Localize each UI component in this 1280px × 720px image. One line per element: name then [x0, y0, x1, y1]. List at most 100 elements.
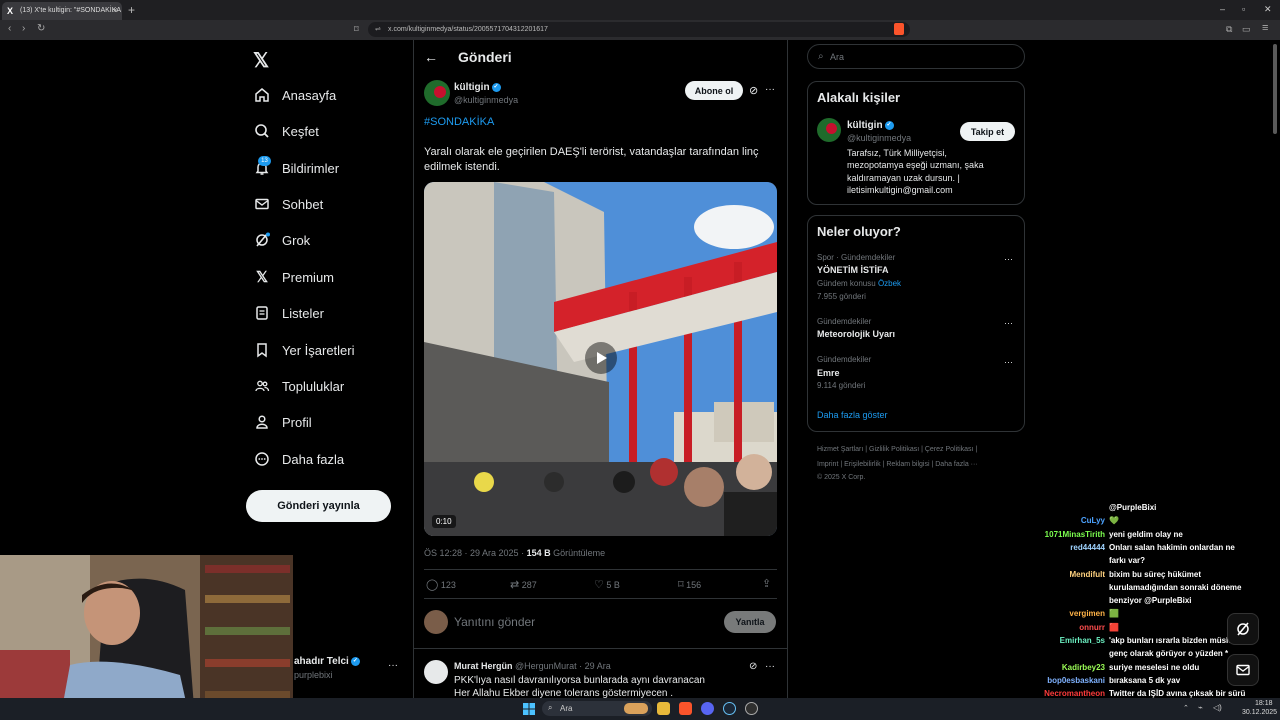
post-meta: ÖS 12:28 · 29 Ara 2025 · 154 B Görüntüle…: [424, 548, 606, 558]
sidebar-item-lists[interactable]: Listeler: [252, 300, 324, 326]
share-icon[interactable]: ⇪: [762, 577, 771, 590]
back-icon[interactable]: ‹: [8, 23, 11, 34]
brave-browser-icon[interactable]: [679, 702, 692, 715]
brave-shield-icon[interactable]: [894, 23, 904, 35]
trend-name[interactable]: YÖNETİM İSTİFA: [817, 265, 889, 275]
more-options-icon[interactable]: ···: [1004, 318, 1013, 328]
messages-float-button[interactable]: [1227, 654, 1259, 686]
sidebar-item-label: Anasayfa: [282, 87, 337, 103]
post-author[interactable]: kültigin ✓: [454, 82, 501, 93]
back-arrow-icon[interactable]: ←: [424, 49, 438, 65]
repost-action[interactable]: ⇄ 287: [510, 578, 537, 591]
sidebar-item-label: Keşfet: [282, 123, 319, 139]
related-name[interactable]: kültigin ✓: [847, 120, 894, 131]
footer-links[interactable]: Hizmet Şartları | Gizlilik Politikası | …: [817, 446, 977, 453]
chat-message: bop0esbaskani bıraksana 5 dk yav: [1000, 676, 1180, 685]
browser-tab[interactable]: X (13) X'te kultigin: "#SONDAKİKA ×: [2, 2, 122, 20]
tray-chevron-icon[interactable]: ⌃: [1183, 704, 1189, 712]
obs-icon[interactable]: [745, 702, 758, 715]
chat-text: 🟩: [1109, 609, 1119, 619]
chat-username: bop0esbaskani: [1047, 675, 1105, 685]
url-text: x.com/kultiginmedya/status/2005571704312…: [388, 26, 548, 33]
trend-name[interactable]: Meteorolojik Uyarı: [817, 329, 895, 339]
more-options-icon[interactable]: ···: [1004, 254, 1013, 264]
reply-action[interactable]: ◯ 123: [426, 578, 456, 591]
bookmark-page-icon[interactable]: ⌑: [354, 24, 359, 35]
sidebar-item-premium[interactable]: 𝕏 Premium: [252, 264, 334, 290]
follow-button[interactable]: Takip et: [960, 122, 1015, 141]
chat-text: yeni geldim olay ne: [1109, 529, 1183, 539]
hashtag-link[interactable]: #SONDAKİKA: [424, 116, 494, 128]
chat-message: Kadirbey23 suriye meselesi ne oldu: [1000, 663, 1199, 672]
x-favicon-icon: X: [7, 6, 14, 16]
post-button[interactable]: Gönderi yayınla: [246, 490, 391, 522]
scrollbar[interactable]: [1273, 44, 1277, 134]
show-more-link[interactable]: Daha fazla göster: [817, 410, 888, 420]
grok-icon[interactable]: ⊘: [749, 661, 757, 672]
x-logo-icon: 𝕏: [255, 269, 269, 286]
new-tab-icon[interactable]: +: [128, 3, 135, 17]
reply-button[interactable]: Yanıtla: [724, 611, 776, 633]
subscribe-button[interactable]: Abone ol: [685, 81, 743, 100]
divider: [424, 569, 777, 570]
sidebar-item-bookmarks[interactable]: Yer İşaretleri: [252, 337, 355, 363]
more-options-icon[interactable]: ···: [1004, 357, 1013, 367]
sidebar-item-chat[interactable]: Sohbet: [252, 191, 323, 217]
video-duration: 0:10: [432, 515, 456, 528]
taskbar-time[interactable]: 18:18: [1255, 700, 1273, 707]
taskbar-date[interactable]: 30.12.2025: [1242, 709, 1277, 716]
like-action[interactable]: ♡ 5 B: [594, 578, 620, 591]
close-tab-icon[interactable]: ×: [113, 5, 118, 15]
site-info-icon[interactable]: ⇌: [375, 25, 381, 33]
discord-icon[interactable]: [701, 702, 714, 715]
sidebar-item-grok[interactable]: Grok: [252, 227, 310, 253]
grok-icon[interactable]: ⊘: [749, 84, 758, 97]
sidebar-item-home[interactable]: Anasayfa: [252, 82, 336, 108]
more-options-icon[interactable]: ···: [765, 661, 775, 672]
sidebar-item-communities[interactable]: Topluluklar: [252, 373, 344, 399]
avatar[interactable]: [817, 118, 841, 142]
menu-icon[interactable]: ≡: [1262, 22, 1268, 34]
verified-icon: ✓: [350, 656, 360, 666]
sidebar-item-explore[interactable]: Keşfet: [252, 118, 319, 144]
grok-float-button[interactable]: [1227, 613, 1259, 645]
minimize-icon[interactable]: –: [1220, 4, 1225, 14]
play-button[interactable]: [585, 342, 617, 374]
windows-start-icon[interactable]: [523, 702, 535, 715]
bookmark-action[interactable]: ⌑ 156: [678, 578, 701, 591]
sidebar-item-more[interactable]: Daha fazla: [252, 446, 344, 472]
tray-volume-icon[interactable]: ◁): [1213, 703, 1222, 712]
tray-network-icon[interactable]: ⌁: [1198, 703, 1203, 712]
grok-icon: [252, 230, 272, 250]
trend-name[interactable]: Emre: [817, 368, 840, 378]
avatar[interactable]: [424, 660, 448, 684]
mail-icon: [252, 194, 272, 214]
chat-text: Onları salan hakimin onlardan ne: [1109, 542, 1235, 552]
post-handle[interactable]: @kultiginmedya: [454, 95, 518, 105]
avatar[interactable]: [424, 80, 450, 106]
file-explorer-icon[interactable]: [657, 702, 670, 715]
sidebar-item-profile[interactable]: Profil: [252, 409, 312, 435]
close-window-icon[interactable]: ✕: [1264, 4, 1272, 15]
forward-icon[interactable]: ›: [22, 23, 25, 34]
address-bar[interactable]: ⇌ x.com/kultiginmedya/status/20055717043…: [368, 22, 910, 37]
account-name[interactable]: ahadır Telci ✓: [294, 656, 360, 667]
divider: [413, 40, 414, 720]
account-more-icon[interactable]: ···: [388, 660, 398, 671]
trend-context: Spor · Gündemdekiler: [817, 253, 896, 262]
reply-input[interactable]: Yanıtını gönder: [454, 615, 535, 629]
x-logo-icon[interactable]: 𝕏: [253, 48, 269, 73]
footer-links[interactable]: Imprint | Erişilebilirlik | Reklam bilgi…: [817, 461, 978, 468]
sidebar-toggle-icon[interactable]: ▭: [1242, 24, 1251, 35]
reload-icon[interactable]: ↻: [37, 23, 45, 34]
sidebar-item-label: Premium: [282, 269, 335, 285]
taskbar-search[interactable]: ⌕ Ara: [542, 701, 652, 716]
more-options-icon[interactable]: ···: [765, 84, 775, 95]
sidebar-item-label: Profil: [282, 414, 312, 430]
chat-message: Necromantheon Twitter da IŞİD avına çıksa…: [1000, 689, 1245, 698]
sidebar-item-label: Daha fazla: [282, 451, 345, 467]
search-box[interactable]: ⌕ Ara: [807, 44, 1025, 69]
extensions-icon[interactable]: ⧉: [1226, 24, 1232, 35]
maximize-icon[interactable]: ▫: [1242, 4, 1245, 14]
steam-icon[interactable]: [723, 702, 736, 715]
